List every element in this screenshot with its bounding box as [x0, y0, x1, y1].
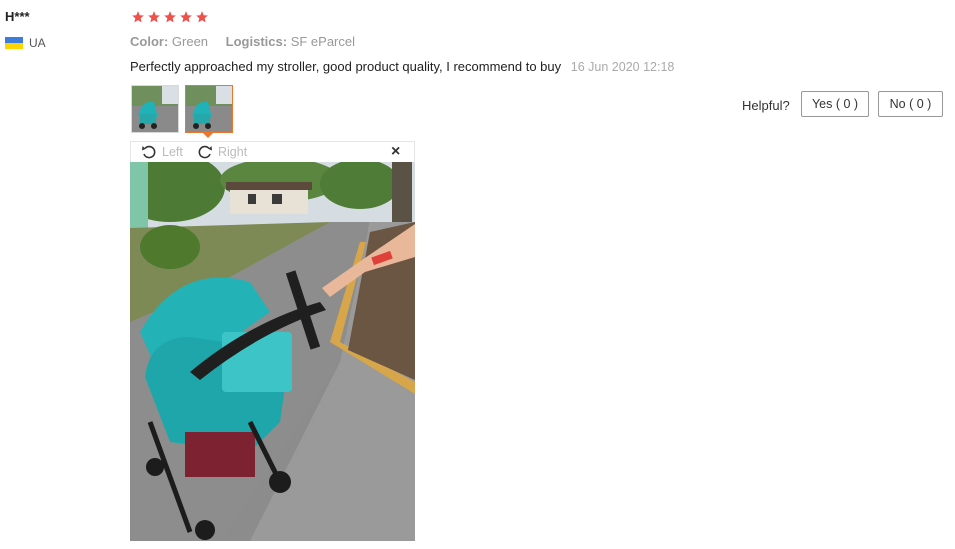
- thumbnail-selected-caret: [202, 132, 214, 138]
- helpful-no-button[interactable]: No ( 0 ): [878, 91, 943, 117]
- star-icon: [148, 11, 160, 23]
- reviewer-name: H***: [5, 9, 30, 24]
- review-content: Perfectly approached my stroller, good p…: [130, 59, 674, 74]
- photo-viewer-toolbar: Left Right ×: [130, 141, 415, 162]
- color-label: Color:: [130, 34, 169, 49]
- star-icon: [196, 11, 208, 23]
- star-rating: [131, 10, 209, 24]
- helpful-yes-button[interactable]: Yes ( 0 ): [801, 91, 869, 117]
- rotate-left-button[interactable]: Left: [141, 144, 183, 160]
- review-photo-thumbnail[interactable]: [131, 85, 179, 133]
- review-date: 16 Jun 2020 12:18: [570, 60, 675, 74]
- color-value: Green: [171, 34, 209, 49]
- logistics-value: SF eParcel: [290, 34, 356, 49]
- reviewer-country: UA: [5, 36, 46, 50]
- review-photo-large: [130, 162, 415, 541]
- country-code: UA: [29, 36, 46, 50]
- rotate-right-button[interactable]: Right: [197, 144, 247, 160]
- star-icon: [180, 11, 192, 23]
- photo-viewer: Left Right ×: [130, 141, 415, 541]
- rotate-right-icon: [198, 145, 212, 159]
- rotate-right-label: Right: [218, 145, 248, 159]
- rotate-left-label: Left: [162, 145, 183, 159]
- review-photo-thumbnail-selected[interactable]: [185, 85, 233, 133]
- logistics-label: Logistics:: [225, 34, 288, 49]
- flag-ua-icon: [5, 37, 23, 49]
- helpful-label: Helpful?: [742, 98, 790, 113]
- close-icon[interactable]: ×: [391, 143, 400, 161]
- review-attributes: Color: Green Logistics: SF eParcel: [130, 34, 369, 49]
- rotate-left-icon: [142, 145, 156, 159]
- review-text: Perfectly approached my stroller, good p…: [130, 59, 562, 74]
- star-icon: [132, 11, 144, 23]
- star-icon: [164, 11, 176, 23]
